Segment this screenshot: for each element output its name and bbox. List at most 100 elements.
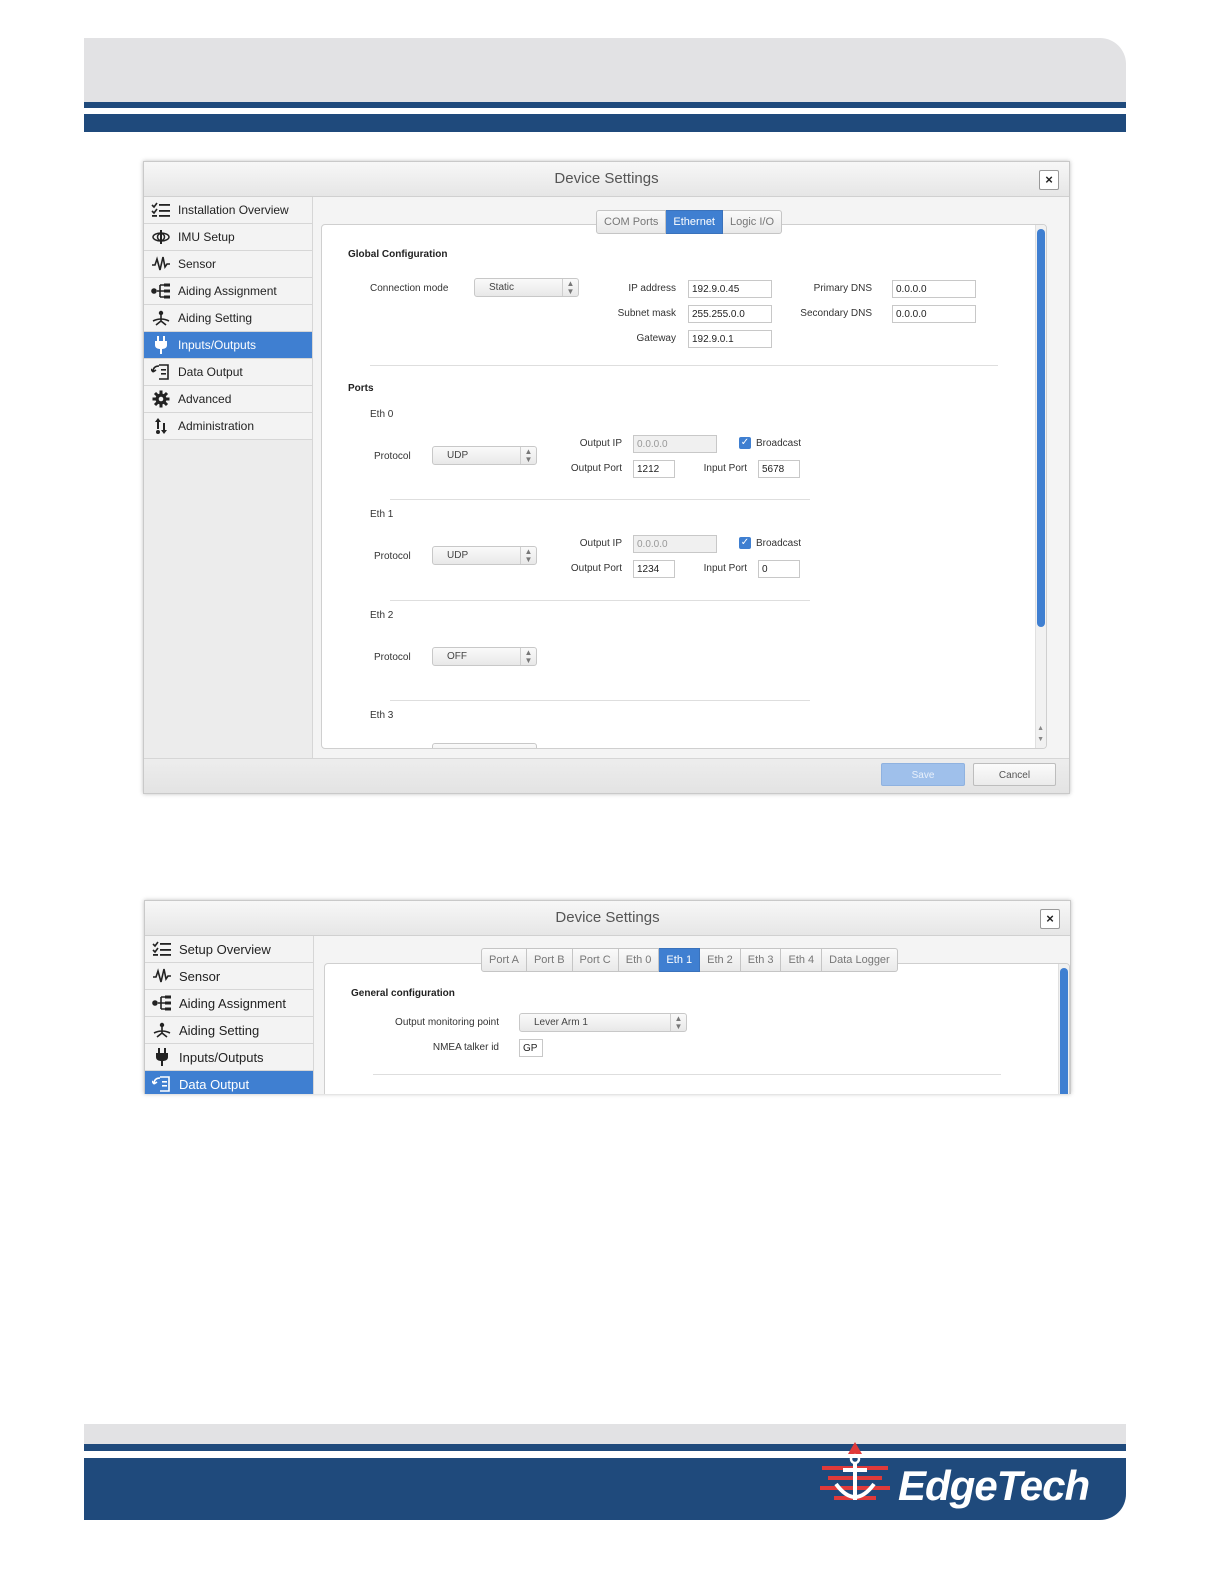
- updown-arrow-icon: ▲ ▼: [520, 547, 536, 564]
- eth0-output-port-field[interactable]: 1212: [633, 460, 675, 478]
- eth0-label: Eth 0: [370, 409, 394, 420]
- eth1-output-panel: General configuration Output monitoring …: [324, 963, 1070, 1094]
- sidebar-item-sensor[interactable]: Sensor: [145, 963, 313, 990]
- tab-eth-2[interactable]: Eth 2: [700, 948, 741, 972]
- eth0-broadcast-checkbox[interactable]: ✓: [739, 437, 751, 449]
- secondary-dns-field[interactable]: 0.0.0.0: [892, 305, 976, 323]
- tab-port-c[interactable]: Port C: [572, 948, 619, 972]
- tab-data-logger[interactable]: Data Logger: [822, 948, 898, 972]
- sidebar-item-label: Data Output: [179, 1076, 250, 1092]
- sidebar-item-administration[interactable]: Administration: [144, 413, 312, 440]
- sidebar-item-sensor[interactable]: Sensor: [144, 251, 312, 278]
- scrollbar-thumb[interactable]: [1060, 968, 1068, 1094]
- sidebar-item-aiding-assignment[interactable]: Aiding Assignment: [145, 990, 313, 1017]
- sidebar-item-label: Aiding Setting: [178, 311, 253, 325]
- divider: [390, 600, 810, 601]
- tab-eth-4[interactable]: Eth 4: [781, 948, 823, 972]
- close-button[interactable]: ×: [1039, 170, 1059, 190]
- tab-eth-3[interactable]: Eth 3: [740, 948, 782, 972]
- output-icon: [151, 1075, 173, 1093]
- tab-logic-i-o[interactable]: Logic I/O: [723, 210, 783, 234]
- close-button[interactable]: ×: [1040, 909, 1060, 929]
- eth1-output-port-label: Output Port: [570, 563, 622, 574]
- sidebar-item-label: Inputs/Outputs: [178, 338, 257, 352]
- general-config-heading: General configuration: [351, 988, 455, 999]
- tab-com-ports[interactable]: COM Ports: [596, 210, 667, 234]
- sidebar-item-label: Sensor: [179, 968, 221, 984]
- primary-dns-field[interactable]: 0.0.0.0: [892, 280, 976, 298]
- output-icon: [150, 363, 172, 381]
- device-settings-dialog-ethernet: Device Settings × Installation Overview I…: [143, 161, 1070, 794]
- imu-icon: [150, 228, 172, 246]
- eth3-protocol-select[interactable]: [432, 743, 537, 748]
- eth1-broadcast-checkbox[interactable]: ✓: [739, 537, 751, 549]
- eth0-protocol-label: Protocol: [374, 451, 411, 462]
- talker-id-field[interactable]: GP: [519, 1039, 543, 1057]
- eth0-input-port-field[interactable]: 5678: [758, 460, 800, 478]
- sidebar-item-installation-overview[interactable]: Installation Overview: [144, 197, 312, 224]
- sidebar-item-setup-overview[interactable]: Setup Overview: [145, 936, 313, 963]
- eth1-broadcast-label: Broadcast: [756, 538, 802, 549]
- monitor-point-value: Lever Arm 1: [534, 1017, 588, 1028]
- eth1-output-ip-field[interactable]: 0.0.0.0: [633, 535, 717, 553]
- eth1-input-port-field[interactable]: 0: [758, 560, 800, 578]
- gateway-field[interactable]: 192.9.0.1: [688, 330, 772, 348]
- plug-icon: [151, 1048, 173, 1066]
- eth0-protocol-select[interactable]: UDP ▲ ▼: [432, 446, 537, 465]
- connection-mode-label: Connection mode: [370, 283, 449, 294]
- page-footer-band: [84, 1424, 1126, 1444]
- subnet-mask-label: Subnet mask: [617, 308, 676, 319]
- sidebar-item-label: Administration: [178, 419, 255, 433]
- scroll-down-icon[interactable]: ▼: [1037, 736, 1044, 743]
- tab-port-a[interactable]: Port A: [481, 948, 527, 972]
- sidebar-item-aiding-setting[interactable]: Aiding Setting: [144, 305, 312, 332]
- eth1-input-port-label: Input Port: [703, 563, 747, 574]
- sidebar-item-aiding-setting[interactable]: Aiding Setting: [145, 1017, 313, 1044]
- eth3-label: Eth 3: [370, 710, 394, 721]
- edgetech-logo-text: EdgeTech: [898, 1462, 1090, 1509]
- divider: [370, 365, 998, 366]
- sidebar-item-label: Aiding Assignment: [179, 995, 286, 1011]
- connection-mode-select[interactable]: Static ▲ ▼: [474, 278, 579, 297]
- page-header-band: [84, 38, 1126, 102]
- waveform-icon: [151, 967, 173, 985]
- cancel-button[interactable]: Cancel: [973, 763, 1056, 786]
- settings-sidebar: Installation Overview IMU Setup Sensor Aidi…: [144, 197, 313, 793]
- talker-id-label: NMEA talker id: [432, 1042, 499, 1053]
- tab-eth-0[interactable]: Eth 0: [618, 948, 660, 972]
- save-button[interactable]: Save: [881, 763, 965, 786]
- sidebar-item-aiding-assignment[interactable]: Aiding Assignment: [144, 278, 312, 305]
- divider: [373, 1074, 1001, 1075]
- sidebar-item-imu-setup[interactable]: IMU Setup: [144, 224, 312, 251]
- eth0-output-ip-field[interactable]: 0.0.0.0: [633, 435, 717, 453]
- gear-icon: [150, 390, 172, 408]
- sidebar-item-label: Installation Overview: [178, 203, 289, 217]
- subnet-mask-field[interactable]: 255.255.0.0: [688, 305, 772, 323]
- sidebar-item-inputs-outputs[interactable]: Inputs/Outputs: [145, 1044, 313, 1071]
- monitor-point-select[interactable]: Lever Arm 1 ▲ ▼: [519, 1013, 687, 1032]
- scrollbar-thumb[interactable]: [1037, 229, 1045, 627]
- eth1-protocol-select[interactable]: UDP ▲ ▼: [432, 546, 537, 565]
- eth0-broadcast-label: Broadcast: [756, 438, 802, 449]
- eth2-label: Eth 2: [370, 610, 394, 621]
- scroll-up-icon[interactable]: ▲: [1037, 725, 1044, 732]
- eth1-output-ip-label: Output IP: [579, 538, 622, 549]
- sidebar-item-label: Aiding Setting: [179, 1022, 260, 1038]
- tab-ethernet[interactable]: Ethernet: [666, 210, 723, 234]
- ip-address-field[interactable]: 192.9.0.45: [688, 280, 772, 298]
- page-footer-stripe: [84, 1444, 1126, 1451]
- sidebar-item-data-output[interactable]: Data Output: [145, 1071, 313, 1094]
- divider: [390, 499, 810, 500]
- tab-port-b[interactable]: Port B: [526, 948, 573, 972]
- sidebar-item-label: Sensor: [178, 257, 217, 271]
- eth2-protocol-select[interactable]: OFF ▲ ▼: [432, 647, 537, 666]
- aiding-icon: [151, 1021, 173, 1039]
- sidebar-item-advanced[interactable]: Advanced: [144, 386, 312, 413]
- gateway-label: Gateway: [636, 333, 676, 344]
- eth1-output-port-field[interactable]: 1234: [633, 560, 675, 578]
- settings-content: General configuration Output monitoring …: [314, 936, 1070, 1094]
- checklist-icon: [150, 201, 172, 219]
- sidebar-item-inputs-outputs[interactable]: Inputs/Outputs: [144, 332, 312, 359]
- tab-eth-1[interactable]: Eth 1: [659, 948, 701, 972]
- sidebar-item-data-output[interactable]: Data Output: [144, 359, 312, 386]
